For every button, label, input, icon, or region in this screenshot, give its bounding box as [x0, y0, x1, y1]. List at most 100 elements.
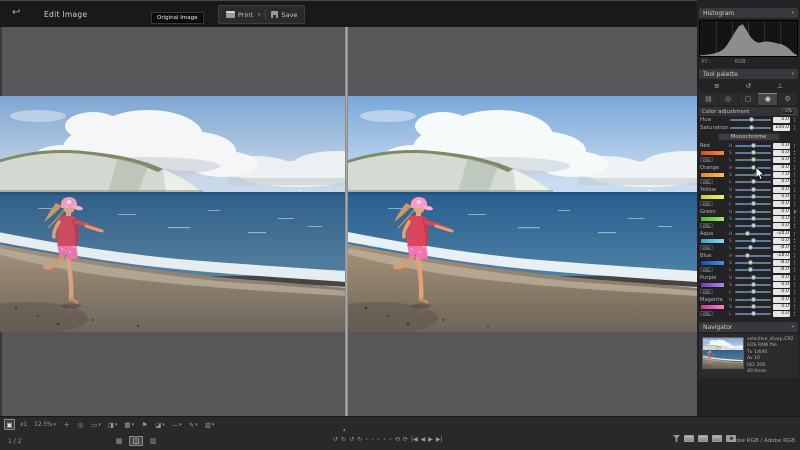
flag-tool-icon[interactable]: ⚑	[139, 419, 150, 430]
green-h-value-field[interactable]: 0.0	[773, 209, 790, 215]
tab-exposure[interactable]: ▤	[699, 93, 719, 105]
save-button[interactable]: Save	[271, 11, 297, 19]
green-s-value-field[interactable]: 0.0	[773, 216, 790, 222]
tab-crop[interactable]: ▢	[739, 93, 759, 105]
orange-h-value-field[interactable]: 0.0	[773, 165, 790, 171]
slider-thumb[interactable]	[748, 267, 753, 272]
histogram-collapse-icon[interactable]: ▾	[792, 11, 794, 16]
orange-h-slider[interactable]	[735, 167, 771, 169]
channel-amount[interactable]: 0%	[700, 289, 713, 294]
sync-right-icon[interactable]: ⟳	[403, 436, 408, 443]
tool-palette-collapse-icon[interactable]: ▾	[792, 72, 794, 77]
slider-thumb[interactable]	[751, 223, 756, 228]
saturation-stepper[interactable]: ▴▾	[792, 125, 797, 131]
rating-dot-2[interactable]: •	[371, 437, 374, 443]
red-s-value-field[interactable]: 0.0	[773, 150, 790, 156]
orange-s-slider[interactable]	[735, 174, 771, 176]
value-stepper[interactable]: ▴▾	[792, 245, 797, 251]
channel-swatch-red[interactable]	[700, 150, 725, 156]
channel-amount[interactable]: 0%	[700, 223, 713, 228]
loupe-tool-icon[interactable]: ◎	[75, 419, 86, 430]
blue-l-slider[interactable]	[735, 269, 771, 271]
value-stepper[interactable]: ▴▾	[792, 223, 797, 229]
edited-image-view[interactable]	[348, 96, 697, 332]
value-stepper[interactable]: ▴▾	[792, 201, 797, 207]
aqua-s-slider[interactable]	[735, 240, 771, 242]
sync-left-icon[interactable]: ⟲	[395, 436, 400, 443]
channel-swatch-purple[interactable]	[700, 282, 725, 288]
actual-size-button[interactable]: x1	[18, 419, 29, 430]
red-l-value-field[interactable]: 0.0	[773, 157, 790, 163]
channel-amount[interactable]: 0%	[700, 311, 713, 316]
magenta-s-slider[interactable]	[735, 306, 771, 308]
tool-palette-header[interactable]: Tool palette ▾	[699, 69, 798, 79]
slider-thumb[interactable]	[745, 253, 750, 258]
color-adjustment-header[interactable]: Color adjustment 0%	[699, 107, 798, 116]
overlay-tool-icon[interactable]: ◨▾	[106, 419, 120, 430]
slider-thumb[interactable]	[751, 282, 756, 287]
pan-tool-icon[interactable]: ✛	[61, 419, 72, 430]
orange-l-value-field[interactable]: 0.0	[773, 179, 790, 185]
slider-thumb[interactable]	[748, 260, 753, 265]
slider-thumb[interactable]	[745, 231, 750, 236]
slider-thumb[interactable]	[748, 245, 753, 250]
channel-swatch-orange[interactable]	[700, 172, 725, 178]
aqua-h-value-field[interactable]: -18.0	[773, 231, 790, 237]
blue-s-value-field[interactable]: -8.0	[773, 260, 790, 266]
slider-thumb[interactable]	[751, 143, 756, 148]
copy-adjustments-icon[interactable]: ≡	[714, 82, 720, 90]
green-s-slider[interactable]	[735, 218, 771, 220]
rotate-cw-icon[interactable]: ↻	[341, 436, 346, 443]
aqua-s-value-field[interactable]: 0.0	[773, 238, 790, 244]
slider-thumb[interactable]	[751, 150, 756, 155]
back-icon[interactable]: ↩	[12, 7, 20, 18]
value-stepper[interactable]: ▴▾	[792, 157, 797, 163]
channel-amount[interactable]: 0%	[700, 245, 713, 250]
purple-h-value-field[interactable]: 0.0	[773, 275, 790, 281]
value-stepper[interactable]: ▴▾	[792, 267, 797, 273]
print-button[interactable]: Print	[226, 11, 253, 19]
undo-icon[interactable]: ↺	[349, 436, 354, 443]
slider-thumb[interactable]	[751, 194, 756, 199]
crop-tool-icon[interactable]: ▭▾	[89, 419, 103, 430]
recipe-2-icon[interactable]	[698, 435, 708, 442]
slider-thumb[interactable]	[751, 209, 756, 214]
green-l-slider[interactable]	[735, 225, 771, 227]
purple-l-slider[interactable]	[735, 291, 771, 293]
purple-l-value-field[interactable]: 0.0	[773, 289, 790, 295]
tab-lens[interactable]: ◎	[719, 93, 739, 105]
next-image-button[interactable]: ▶	[428, 436, 433, 443]
hue-slider-thumb[interactable]	[749, 117, 754, 122]
line-tool-icon[interactable]: ―▾	[170, 419, 184, 430]
slider-thumb[interactable]	[751, 275, 756, 280]
slider-thumb[interactable]	[751, 157, 756, 162]
rating-dot-3[interactable]: •	[377, 437, 380, 443]
slider-thumb[interactable]	[751, 165, 756, 170]
value-stepper[interactable]: ▴▾	[792, 289, 797, 295]
slider-thumb[interactable]	[751, 238, 756, 243]
redo-icon[interactable]: ↻	[357, 436, 362, 443]
magenta-h-value-field[interactable]: 0.0	[773, 297, 790, 303]
channel-swatch-blue[interactable]	[700, 260, 725, 266]
magenta-h-slider[interactable]	[735, 299, 771, 301]
channel-swatch-green[interactable]	[700, 216, 725, 222]
value-stepper[interactable]: ▴▾	[792, 311, 797, 317]
channel-amount[interactable]: 0%	[700, 157, 713, 162]
hue-slider[interactable]	[730, 119, 771, 121]
recipe-1-icon[interactable]	[684, 435, 694, 442]
slider-thumb[interactable]	[751, 304, 756, 309]
saturation-slider[interactable]	[730, 127, 771, 129]
view-split-icon[interactable]: ◫	[129, 436, 143, 446]
view-panes-icon[interactable]: ▥	[146, 436, 160, 446]
value-stepper[interactable]: ▴▾	[792, 179, 797, 185]
reset-icon[interactable]: ↺	[745, 82, 751, 90]
filmstrip-caret-icon[interactable]: ▴	[343, 427, 346, 433]
channel-amount[interactable]: 0%	[700, 179, 713, 184]
yellow-s-value-field[interactable]: 0.0	[773, 194, 790, 200]
recipe-3-icon[interactable]	[712, 435, 722, 442]
purple-s-value-field[interactable]: 0.0	[773, 282, 790, 288]
yellow-h-slider[interactable]	[735, 189, 771, 191]
rotate-ccw-icon[interactable]: ↺	[333, 436, 338, 443]
channel-swatch-magenta[interactable]	[700, 304, 725, 310]
blue-h-value-field[interactable]: -18.0	[773, 253, 790, 259]
